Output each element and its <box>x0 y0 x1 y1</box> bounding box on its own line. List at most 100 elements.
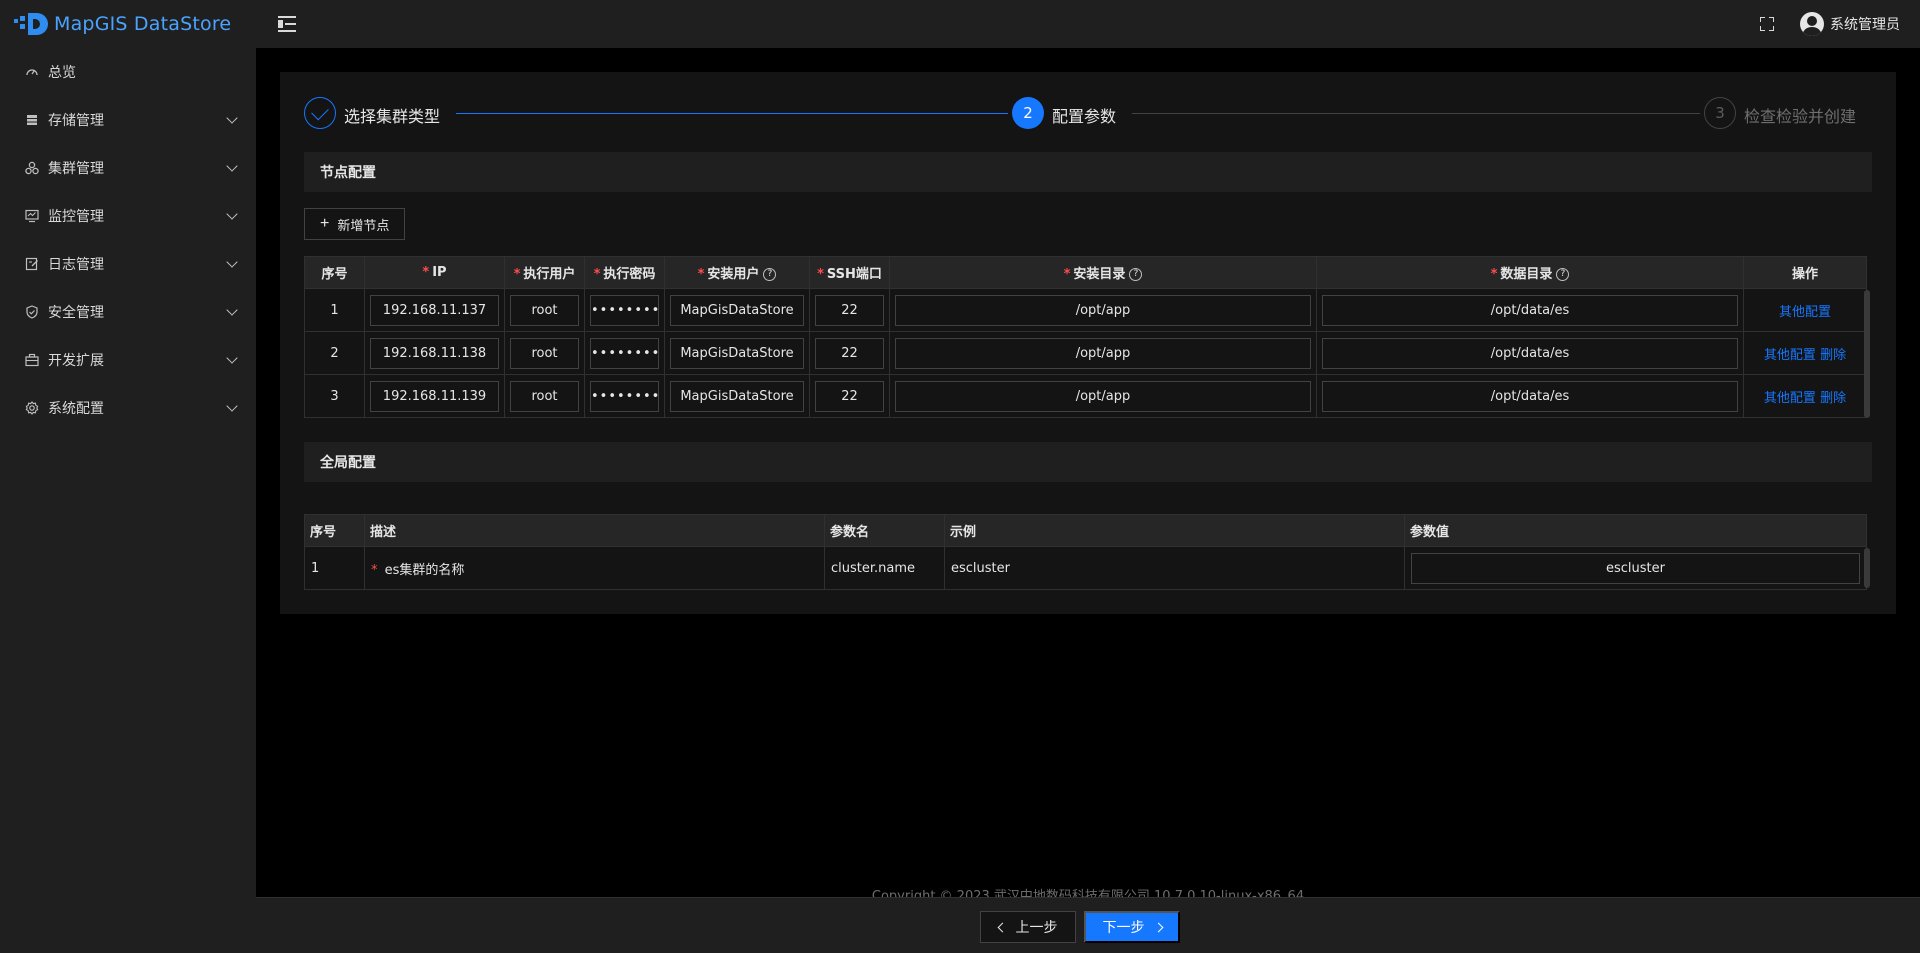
gear-icon <box>24 400 40 416</box>
exec-user-input[interactable] <box>510 380 579 412</box>
node-config-heading: 节点配置 <box>304 152 1872 192</box>
install-user-input[interactable] <box>670 294 804 326</box>
chevron-left-icon <box>997 922 1007 932</box>
sidebar-item-dev-extension[interactable]: 开发扩展 <box>0 336 256 384</box>
footer-bar: 上一步 下一步 <box>256 897 1920 953</box>
delete-link[interactable]: 删除 <box>1820 348 1846 363</box>
chevron-down-icon <box>226 112 238 124</box>
install-dir-input[interactable] <box>895 337 1311 369</box>
logo-text: MapGIS DataStore <box>54 13 232 35</box>
row-index: 2 <box>304 331 365 375</box>
sidebar-item-cluster[interactable]: 集群管理 <box>0 144 256 192</box>
table-row: 3 其他配置 删除 <box>304 374 1867 418</box>
step-connector-2 <box>1132 113 1700 114</box>
exec-password-input[interactable] <box>590 337 659 369</box>
steps: 选择集群类型 2 配置参数 3 检查检验并创建 <box>304 96 1872 130</box>
cluster-create-card: 选择集群类型 2 配置参数 3 检查检验并创建 节点配置 + 新增节点 序号 *… <box>280 72 1896 614</box>
help-icon[interactable]: ? <box>1556 268 1570 281</box>
step-1-title: 选择集群类型 <box>344 107 441 126</box>
step-2-title: 配置参数 <box>1052 107 1117 126</box>
step-1-finished-icon <box>304 97 336 129</box>
col-data-dir: * 数据目录? <box>1316 256 1744 289</box>
exec-user-input[interactable] <box>510 294 579 326</box>
user-name[interactable]: 系统管理员 <box>1830 14 1900 34</box>
ssh-port-input[interactable] <box>815 294 884 326</box>
row-index: 1 <box>304 288 365 332</box>
copyright-text: Copyright © 2023 武汉中地数码科技有限公司 10.7.0.10-… <box>871 889 1305 897</box>
install-dir-input[interactable] <box>895 380 1311 412</box>
exec-password-input[interactable] <box>590 380 659 412</box>
col-exec-password: * 执行密码 <box>584 256 665 289</box>
help-icon[interactable]: ? <box>1129 268 1143 281</box>
exec-password-input[interactable] <box>590 294 659 326</box>
ssh-port-input[interactable] <box>815 380 884 412</box>
col-install-dir: * 安装目录? <box>889 256 1317 289</box>
add-node-button[interactable]: + 新增节点 <box>304 208 406 240</box>
ssh-port-input[interactable] <box>815 337 884 369</box>
sidebar-item-label: 集群管理 <box>48 161 104 177</box>
add-node-label: 新增节点 <box>337 217 390 233</box>
app-logo[interactable]: MapGIS DataStore <box>0 0 256 48</box>
data-dir-input[interactable] <box>1322 294 1738 326</box>
sidebar-item-storage[interactable]: 存储管理 <box>0 96 256 144</box>
step-3-title: 检查检验并创建 <box>1744 107 1857 126</box>
sidebar-item-label: 存储管理 <box>48 113 104 129</box>
col-param-name: 参数名 <box>824 514 945 547</box>
next-step-button[interactable]: 下一步 <box>1084 911 1180 943</box>
plus-icon: + <box>320 215 330 232</box>
node-table-header: 序号 * IP * 执行用户 * 执行密码 * 安装用户? * SSH端口 * 安装目录? … <box>304 256 1867 289</box>
data-dir-input[interactable] <box>1322 337 1738 369</box>
sidebar-item-system-config[interactable]: 系统配置 <box>0 384 256 432</box>
install-user-input[interactable] <box>670 337 804 369</box>
chevron-down-icon <box>226 160 238 172</box>
param-example: escluster <box>944 546 1405 590</box>
ip-input[interactable] <box>370 337 499 369</box>
global-table-scrollbar[interactable] <box>1864 548 1870 588</box>
fullscreen-icon[interactable] <box>1760 17 1774 31</box>
next-step-label: 下一步 <box>1102 919 1145 935</box>
node-table: 序号 * IP * 执行用户 * 执行密码 * 安装用户? * SSH端口 * 安装目录? … <box>304 256 1867 418</box>
node-table-scrollbar[interactable] <box>1864 290 1870 418</box>
chevron-down-icon <box>226 208 238 220</box>
top-header: 系统管理员 <box>256 0 1920 48</box>
sidebar: MapGIS DataStore 总览 存储管理 集群管理 监控管理 日志管理 … <box>0 0 256 953</box>
global-config-heading: 全局配置 <box>304 442 1872 482</box>
other-config-link[interactable]: 其他配置 <box>1764 391 1816 406</box>
chevron-right-icon <box>1153 922 1163 932</box>
sidebar-item-security[interactable]: 安全管理 <box>0 288 256 336</box>
header-right: 系统管理员 <box>1760 0 1900 48</box>
sidebar-item-label: 安全管理 <box>48 305 104 321</box>
sidebar-item-overview[interactable]: 总览 <box>0 48 256 96</box>
global-table-header: 序号 描述 参数名 示例 参数值 <box>304 514 1867 547</box>
storage-icon <box>24 112 40 128</box>
sidebar-item-monitor[interactable]: 监控管理 <box>0 192 256 240</box>
prev-step-label: 上一步 <box>1015 919 1058 935</box>
param-value-input[interactable] <box>1411 552 1860 584</box>
table-row: 1 * es集群的名称 cluster.name escluster <box>304 546 1867 590</box>
cluster-icon <box>24 160 40 176</box>
install-dir-input[interactable] <box>895 294 1311 326</box>
chevron-down-icon <box>226 352 238 364</box>
help-icon[interactable]: ? <box>763 268 777 281</box>
install-user-input[interactable] <box>670 380 804 412</box>
data-dir-input[interactable] <box>1322 380 1738 412</box>
col-ip: * IP <box>364 256 505 289</box>
table-row: 1 其他配置 <box>304 288 1867 332</box>
sidebar-item-label: 日志管理 <box>48 257 104 273</box>
ip-input[interactable] <box>370 380 499 412</box>
row-index: 1 <box>304 546 365 590</box>
sidebar-item-label: 总览 <box>48 65 76 81</box>
sidebar-item-log[interactable]: 日志管理 <box>0 240 256 288</box>
sidebar-item-label: 监控管理 <box>48 209 104 225</box>
sidebar-item-label: 系统配置 <box>48 401 104 417</box>
param-name: cluster.name <box>824 546 945 590</box>
menu-fold-icon[interactable] <box>278 16 298 32</box>
other-config-link[interactable]: 其他配置 <box>1779 305 1831 320</box>
avatar[interactable] <box>1800 12 1824 36</box>
exec-user-input[interactable] <box>510 337 579 369</box>
col-index: 序号 <box>304 256 365 289</box>
other-config-link[interactable]: 其他配置 <box>1764 348 1816 363</box>
prev-step-button[interactable]: 上一步 <box>980 911 1076 943</box>
delete-link[interactable]: 删除 <box>1820 391 1846 406</box>
ip-input[interactable] <box>370 294 499 326</box>
